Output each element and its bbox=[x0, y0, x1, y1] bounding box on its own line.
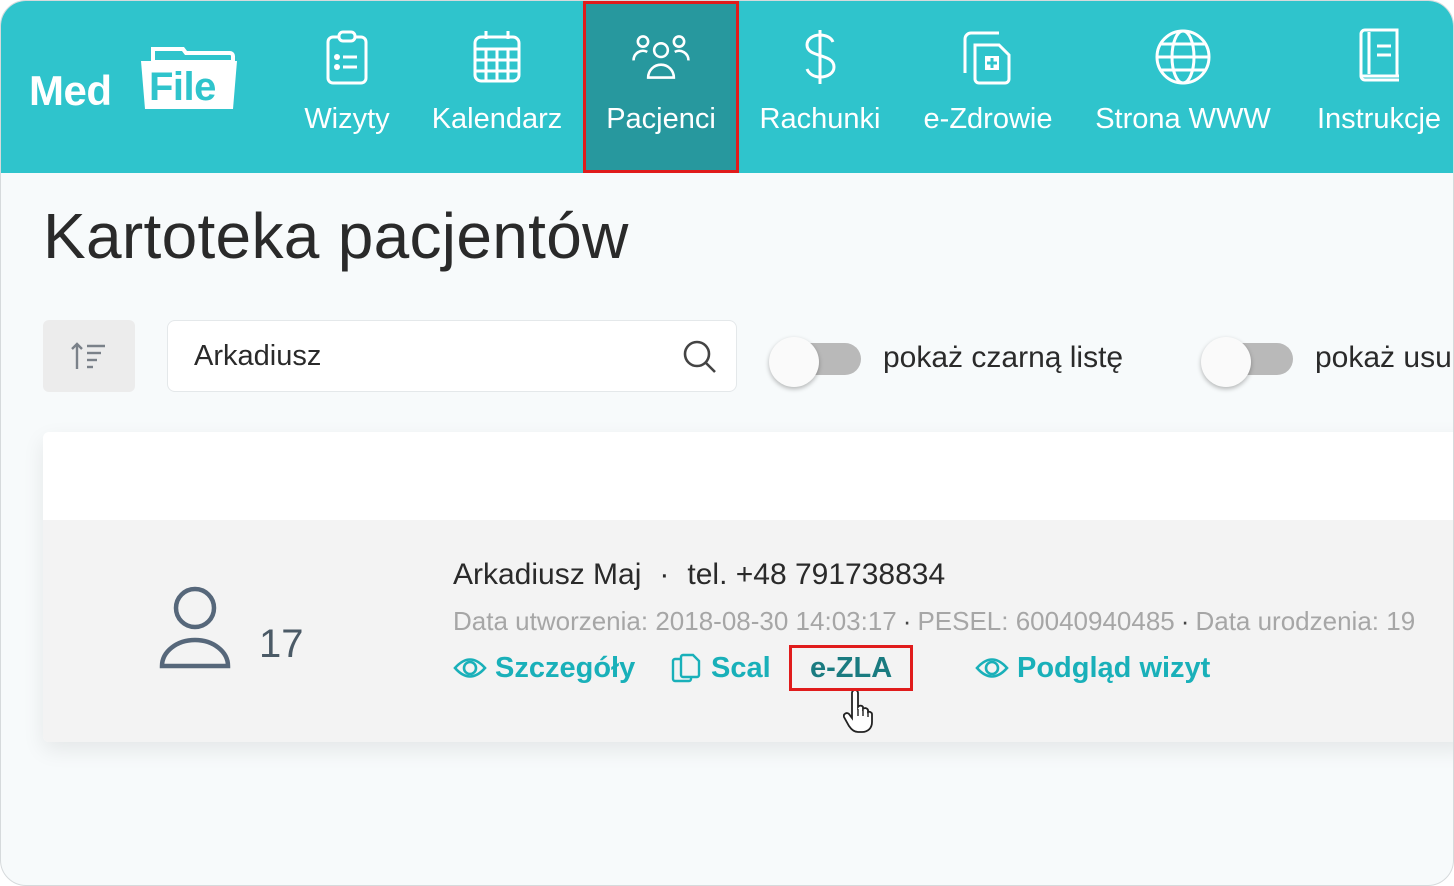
book-icon bbox=[1359, 28, 1399, 82]
medfile-logo[interactable]: Med File bbox=[27, 45, 241, 117]
nav-label: Instrukcje bbox=[1316, 103, 1442, 135]
toggle-knob bbox=[1201, 337, 1251, 387]
medical-copy-icon bbox=[963, 31, 1011, 85]
e-zla-link[interactable]: e-ZLA bbox=[789, 645, 914, 691]
logo-text-med: Med bbox=[29, 67, 112, 114]
app-window: Med File Wizyty Kalendarz Pacjenci Rachu… bbox=[0, 0, 1454, 886]
patient-meta: Data utworzenia: 2018-08-30 14:03:17 · PES… bbox=[453, 606, 1415, 637]
nav-label: Kalendarz bbox=[431, 103, 563, 135]
patient-row[interactable]: 17 Arkadiusz Maj · tel. +48 791738834 Data… bbox=[43, 520, 1453, 742]
blacklist-toggle[interactable] bbox=[769, 337, 861, 387]
patient-header: Arkadiusz Maj · tel. +48 791738834 bbox=[453, 558, 945, 592]
sort-ascending-icon bbox=[71, 342, 105, 369]
birth-date: Data urodzenia: 19 bbox=[1195, 606, 1416, 636]
nav-label: Strona WWW bbox=[1095, 103, 1271, 135]
separator: · bbox=[902, 606, 912, 636]
logo-text-file: File bbox=[149, 65, 216, 109]
page-title: Kartoteka pacjentów bbox=[43, 200, 629, 272]
avatar-icon bbox=[159, 586, 231, 669]
nav-label: Pacjenci bbox=[606, 103, 716, 135]
users-icon bbox=[632, 35, 690, 79]
visits-preview-link[interactable]: Podgląd wizyt bbox=[975, 644, 1210, 692]
patient-number: 17 bbox=[259, 622, 304, 666]
e-zla-label: e-ZLA bbox=[810, 651, 893, 684]
dollar-icon bbox=[805, 30, 836, 84]
top-navbar: Med File Wizyty Kalendarz Pacjenci Rachu… bbox=[1, 1, 1453, 173]
clipboard-list-icon bbox=[326, 30, 368, 85]
details-label: Szczegóły bbox=[495, 651, 636, 684]
patient-phone: tel. +48 791738834 bbox=[687, 558, 946, 591]
nav-label: e-Zdrowie bbox=[923, 103, 1053, 135]
search-input[interactable] bbox=[194, 333, 674, 379]
calendar-icon bbox=[473, 31, 521, 83]
eye-icon bbox=[975, 658, 1009, 678]
eye-icon bbox=[453, 658, 487, 678]
merge-label: Scal bbox=[711, 651, 771, 684]
nav-item-instrukcje[interactable]: Instrukcje bbox=[1307, 1, 1451, 173]
details-link[interactable]: Szczegóły bbox=[453, 644, 635, 692]
toggle-knob bbox=[769, 337, 819, 387]
merge-link[interactable]: Scal bbox=[671, 644, 771, 692]
separator: · bbox=[1180, 606, 1190, 636]
deleted-toggle-label: pokaż usu bbox=[1315, 341, 1452, 374]
search-icon[interactable] bbox=[682, 339, 718, 375]
nav-item-pacjenci[interactable]: Pacjenci bbox=[583, 1, 739, 173]
globe-icon bbox=[1155, 29, 1211, 85]
nav-item-e-zdrowie[interactable]: e-Zdrowie bbox=[915, 1, 1061, 173]
nav-item-rachunki[interactable]: Rachunki bbox=[753, 1, 887, 173]
created-date: Data utworzenia: 2018-08-30 14:03:17 bbox=[453, 606, 897, 636]
nav-label: Rachunki bbox=[759, 103, 881, 135]
visits-preview-label: Podgląd wizyt bbox=[1017, 651, 1211, 684]
nav-label: Wizyty bbox=[304, 103, 390, 135]
nav-item-strona-www[interactable]: Strona WWW bbox=[1087, 1, 1279, 173]
hand-pointer-cursor-icon bbox=[843, 691, 873, 733]
pesel: PESEL: 60040940485 bbox=[917, 606, 1175, 636]
nav-item-wizyty[interactable]: Wizyty bbox=[299, 1, 395, 173]
patient-name: Arkadiusz Maj bbox=[453, 558, 642, 591]
search-field bbox=[167, 320, 737, 392]
patients-list-card: 17 Arkadiusz Maj · tel. +48 791738834 Data… bbox=[43, 432, 1453, 742]
sort-button[interactable] bbox=[43, 320, 135, 392]
blacklist-toggle-label: pokaż czarną listę bbox=[883, 341, 1124, 374]
separator: · bbox=[659, 558, 670, 591]
copy-icon bbox=[671, 653, 701, 683]
deleted-toggle[interactable] bbox=[1201, 337, 1293, 387]
nav-item-kalendarz[interactable]: Kalendarz bbox=[425, 1, 569, 173]
